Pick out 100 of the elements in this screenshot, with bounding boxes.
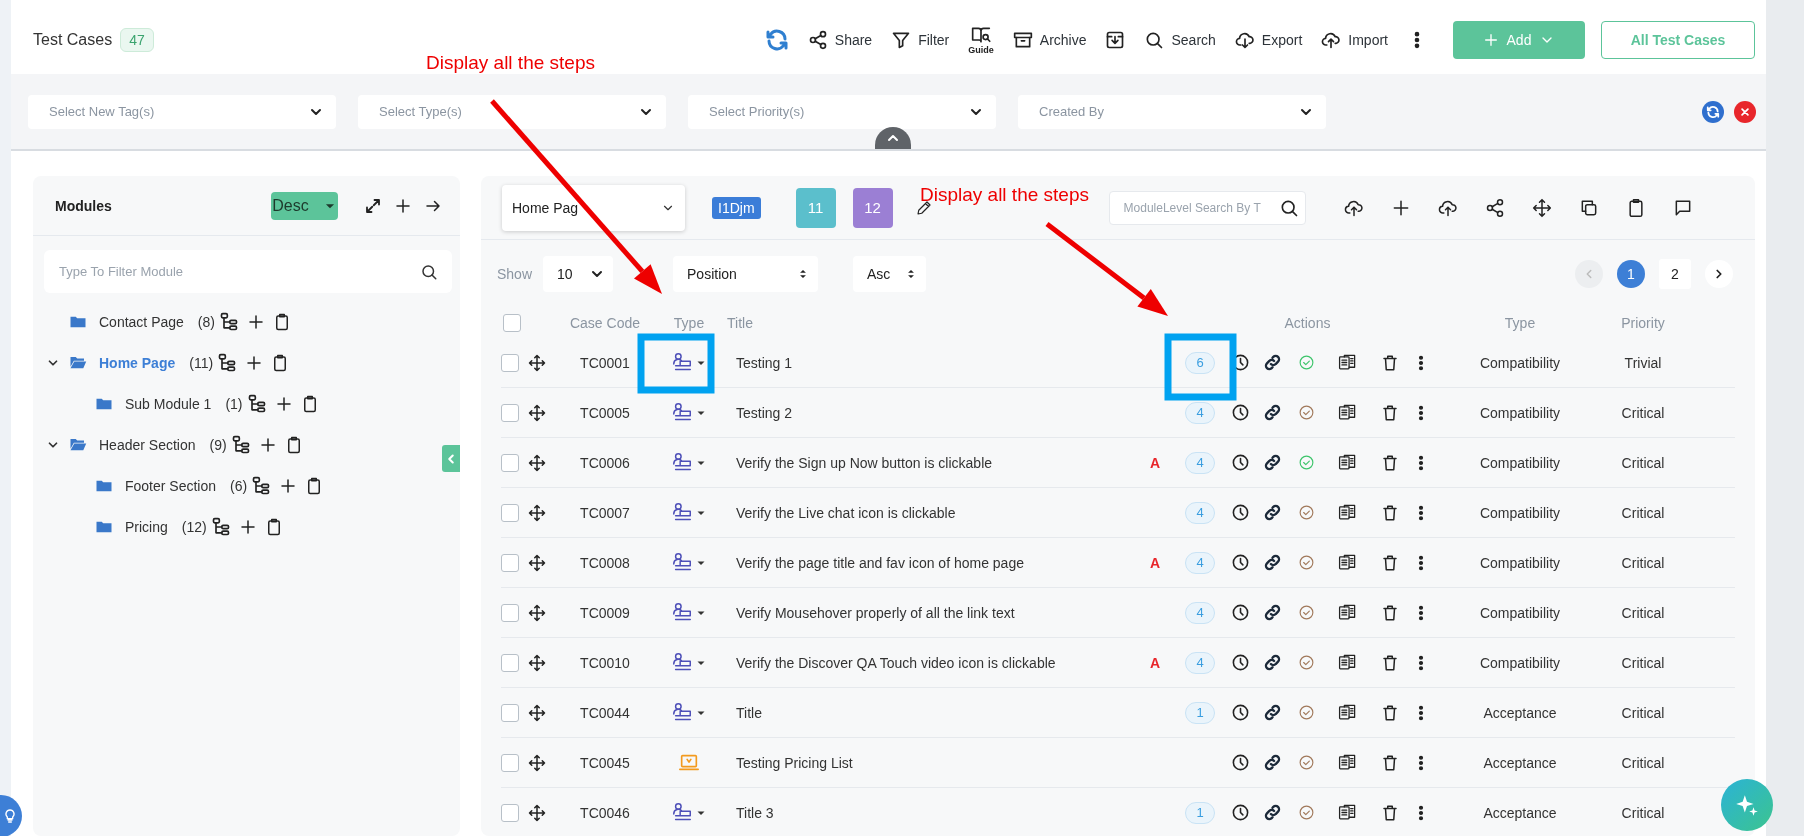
trash-icon[interactable] [1381, 353, 1399, 372]
trash-icon[interactable] [1381, 503, 1399, 522]
row-checkbox[interactable] [501, 453, 519, 472]
document-icon[interactable] [1337, 753, 1357, 772]
document-icon[interactable] [1337, 453, 1357, 472]
move-icon[interactable] [528, 653, 546, 672]
filter-button[interactable]: Filter [891, 30, 950, 50]
document-icon[interactable] [1337, 403, 1357, 422]
module-name[interactable]: Pricing [125, 518, 168, 535]
share-button[interactable]: Share [807, 30, 873, 50]
trash-icon[interactable] [1381, 553, 1399, 572]
import-button[interactable]: Import [1321, 30, 1388, 50]
move-icon[interactable] [528, 353, 546, 372]
clock-icon[interactable] [1230, 503, 1250, 522]
check-circle-icon[interactable] [1297, 354, 1315, 371]
expand-icon[interactable] [364, 196, 382, 215]
plus-icon[interactable] [245, 353, 264, 372]
document-icon[interactable] [1337, 553, 1357, 572]
case-title[interactable]: Testing Pricing List [720, 754, 1135, 771]
move-icon[interactable] [528, 553, 546, 572]
link-icon[interactable] [1262, 503, 1282, 522]
check-circle-icon[interactable] [1297, 504, 1315, 521]
check-circle-icon[interactable] [1297, 604, 1315, 621]
clock-icon[interactable] [1230, 603, 1250, 622]
module-name[interactable]: Footer Section [125, 477, 217, 494]
sort-field-select[interactable]: Position [673, 256, 819, 292]
case-title[interactable]: Title 3 [720, 804, 1135, 821]
refresh-icon[interactable] [764, 28, 789, 52]
check-circle-icon[interactable] [1297, 554, 1315, 571]
sort-order-select[interactable]: Asc [853, 256, 927, 292]
hierarchy-icon[interactable] [218, 311, 239, 332]
check-circle-icon[interactable] [1297, 754, 1315, 771]
move-icon[interactable] [528, 503, 546, 522]
case-title[interactable]: Testing 2 [720, 404, 1135, 421]
document-icon[interactable] [1337, 353, 1357, 372]
module-search-input[interactable]: ModuleLevel Search By T [1109, 191, 1279, 224]
case-title[interactable]: Testing 1 [720, 354, 1135, 371]
guide-button[interactable]: Guide [968, 25, 994, 55]
link-icon[interactable] [1262, 803, 1282, 822]
trash-icon[interactable] [1381, 703, 1399, 722]
row-checkbox[interactable] [501, 653, 519, 672]
module-search-field[interactable]: ModuleLevel Search By T [1108, 190, 1306, 225]
page-button[interactable]: 1 [1617, 260, 1645, 288]
module-select[interactable]: Home Pag [502, 184, 685, 231]
plus-icon[interactable] [274, 394, 293, 413]
move-icon[interactable] [528, 703, 546, 722]
link-icon[interactable] [1262, 703, 1282, 722]
trash-icon[interactable] [1381, 603, 1399, 622]
case-title[interactable]: Verify the Sign up Now button is clickable [720, 454, 1135, 471]
case-title[interactable]: Verify Mousehover properly of all the link text [720, 604, 1135, 621]
plus-icon[interactable] [238, 517, 257, 536]
search-button[interactable]: Search [1144, 30, 1216, 50]
plus-icon[interactable] [279, 476, 298, 495]
plus-icon[interactable] [246, 312, 265, 331]
download-box-icon[interactable] [1105, 30, 1126, 50]
clock-icon[interactable] [1230, 753, 1250, 772]
document-icon[interactable] [1337, 603, 1357, 622]
module-name[interactable]: Sub Module 1 [125, 395, 212, 412]
row-checkbox[interactable] [501, 803, 519, 822]
row-checkbox[interactable] [501, 403, 519, 422]
hierarchy-icon[interactable] [217, 352, 238, 373]
hierarchy-icon[interactable] [246, 393, 267, 414]
link-icon[interactable] [1262, 403, 1282, 422]
clock-icon[interactable] [1230, 403, 1250, 422]
clear-filters-button[interactable] [1734, 100, 1756, 123]
move-icon[interactable] [528, 803, 546, 822]
link-icon[interactable] [1262, 353, 1282, 372]
module-name[interactable]: Home Page [99, 354, 176, 371]
link-icon[interactable] [1262, 653, 1282, 672]
collapse-filters-button[interactable] [875, 127, 911, 149]
plus-icon[interactable] [258, 435, 277, 454]
page-size-select[interactable]: 10 [543, 256, 614, 292]
trash-icon[interactable] [1381, 803, 1399, 822]
row-checkbox[interactable] [501, 553, 519, 572]
plus-icon[interactable] [394, 196, 412, 215]
share-icon[interactable] [1484, 197, 1505, 218]
document-icon[interactable] [1337, 703, 1357, 722]
document-icon[interactable] [1337, 653, 1357, 672]
select-all-checkbox[interactable] [502, 314, 521, 332]
move-icon[interactable] [528, 603, 546, 622]
case-title[interactable]: Verify the Live chat icon is clickable [720, 504, 1135, 521]
move-icon[interactable] [528, 753, 546, 772]
move-icon[interactable] [528, 453, 546, 472]
trash-icon[interactable] [1381, 653, 1399, 672]
check-circle-icon[interactable] [1297, 704, 1315, 721]
module-name[interactable]: Contact Page [99, 313, 184, 330]
clock-icon[interactable] [1230, 803, 1250, 822]
clock-icon[interactable] [1230, 703, 1250, 722]
export-button[interactable]: Export [1234, 30, 1303, 50]
clock-icon[interactable] [1230, 453, 1250, 472]
link-icon[interactable] [1262, 553, 1282, 572]
row-checkbox[interactable] [501, 353, 519, 372]
check-circle-icon[interactable] [1297, 654, 1315, 671]
document-icon[interactable] [1337, 503, 1357, 522]
case-title[interactable]: Verify the Discover QA Touch video icon is clickable [720, 654, 1135, 671]
move-icon[interactable] [528, 403, 546, 422]
trash-icon[interactable] [1381, 403, 1399, 422]
move-icon[interactable] [1531, 197, 1552, 218]
trash-icon[interactable] [1381, 753, 1399, 772]
page-button[interactable]: 2 [1659, 259, 1691, 289]
